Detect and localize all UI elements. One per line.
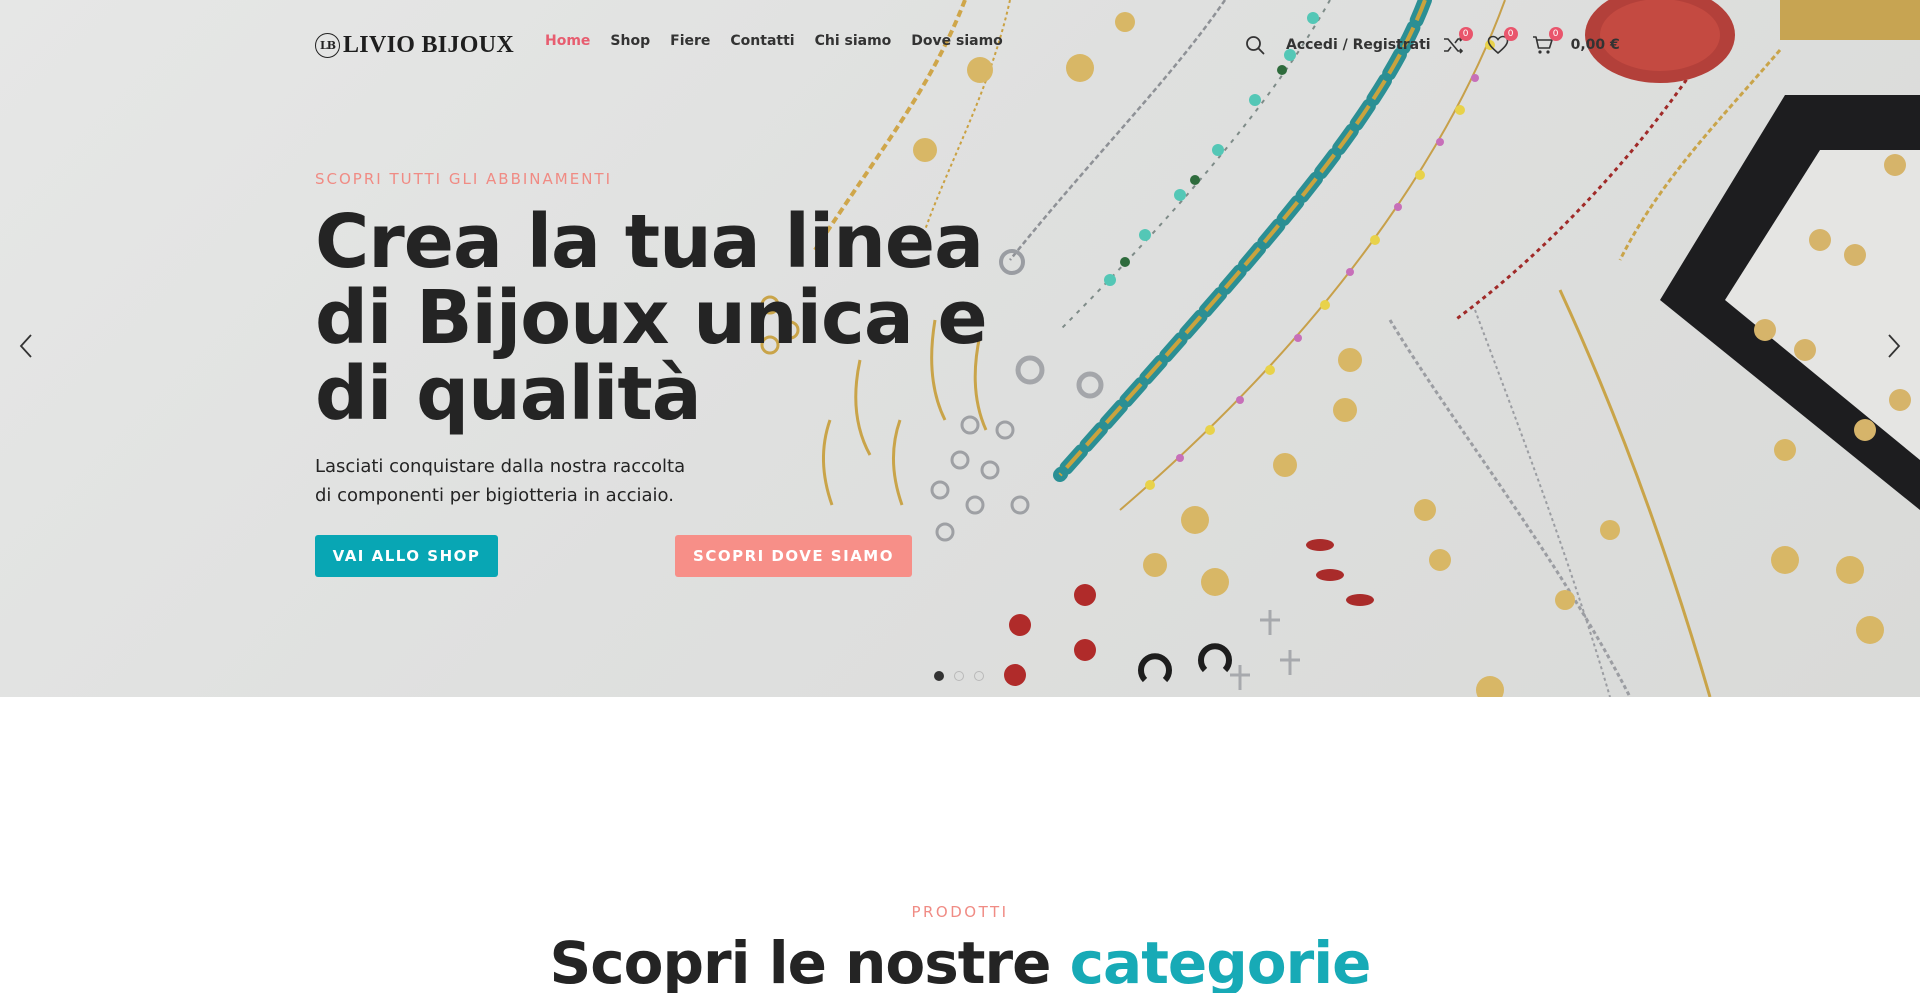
where-we-are-button[interactable]: SCOPRI DOVE SIAMO — [675, 535, 912, 577]
search-icon[interactable] — [1241, 31, 1269, 59]
slider-dot-1[interactable] — [934, 671, 944, 681]
hero-slider: LB LIVIO BIJOUX Home Shop Fiere Contatti… — [0, 0, 1920, 697]
hero-title: Crea la tua linea di Bijoux unica e di q… — [315, 199, 988, 437]
cart-count-badge: 0 — [1548, 27, 1563, 41]
nav-item-dove-siamo[interactable]: Dove siamo — [911, 33, 1003, 49]
account-link[interactable]: Accedi / Registrati — [1286, 37, 1431, 53]
slider-next-arrow-icon[interactable] — [1878, 330, 1910, 362]
compare-count-badge: 0 — [1458, 27, 1473, 41]
logo-mark: LB — [315, 32, 340, 58]
categories-eyebrow: PRODOTTI — [911, 903, 1009, 921]
logo-text: LIVIO BIJOUX — [343, 31, 514, 58]
site-logo[interactable]: LB LIVIO BIJOUX — [315, 30, 514, 60]
categories-title-main: Scopri le nostre — [549, 929, 1052, 993]
cart-icon[interactable]: 0 — [1529, 27, 1563, 59]
hero-eyebrow: SCOPRI TUTTI GLI ABBINAMENTI — [315, 170, 613, 188]
nav-item-shop[interactable]: Shop — [610, 33, 650, 49]
slider-dot-3[interactable] — [974, 671, 984, 681]
hero-content: SCOPRI TUTTI GLI ABBINAMENTI Crea la tua… — [315, 170, 995, 510]
slider-prev-arrow-icon[interactable] — [10, 330, 42, 362]
header-tools: Accedi / Registrati 0 0 0 0,00 € — [1241, 27, 1620, 60]
nav-item-contatti[interactable]: Contatti — [730, 33, 794, 49]
nav-item-chi-siamo[interactable]: Chi siamo — [815, 33, 892, 49]
shop-button[interactable]: VAI ALLO SHOP — [315, 535, 498, 577]
site-header: LB LIVIO BIJOUX Home Shop Fiere Contatti… — [0, 0, 1920, 90]
wishlist-heart-icon[interactable]: 0 — [1484, 27, 1518, 59]
nav-item-home[interactable]: Home — [545, 33, 590, 49]
categories-section: PRODOTTI Scopri le nostre categorie — [0, 697, 1920, 993]
slider-dot-2[interactable] — [954, 671, 964, 681]
categories-title-accent: categorie — [1069, 929, 1372, 993]
slider-pagination — [934, 671, 984, 681]
cart-total[interactable]: 0,00 € — [1571, 37, 1620, 53]
main-nav: Home Shop Fiere Contatti Chi siamo Dove … — [545, 33, 1003, 49]
hero-subtitle: Lasciati conquistare dalla nostra raccol… — [315, 456, 686, 506]
compare-icon[interactable]: 0 — [1439, 27, 1473, 59]
categories-title: Scopri le nostre categorie — [0, 929, 1920, 993]
nav-item-fiere[interactable]: Fiere — [670, 33, 710, 49]
wishlist-count-badge: 0 — [1503, 27, 1518, 41]
